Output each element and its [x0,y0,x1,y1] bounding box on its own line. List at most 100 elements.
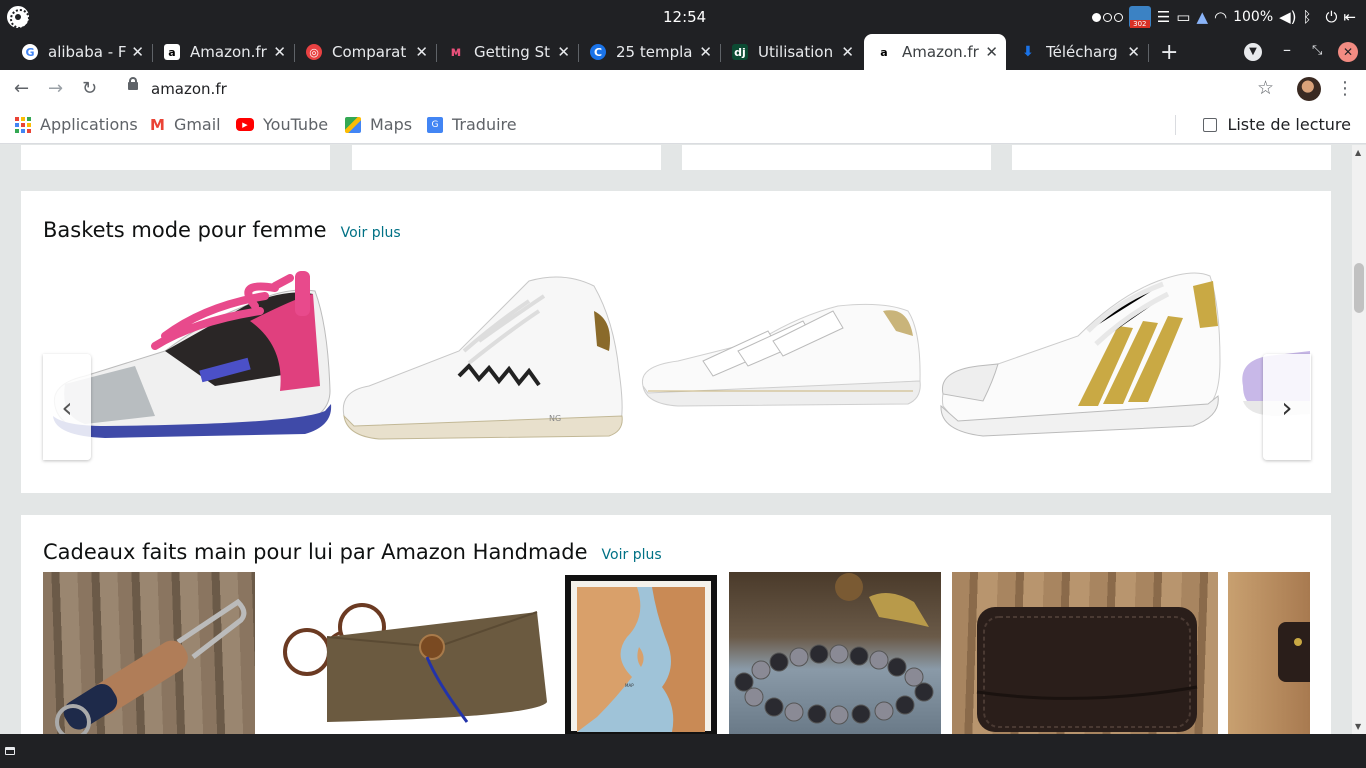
bookmark-star-icon[interactable]: ☆ [1257,77,1274,99]
address-bar[interactable]: amazon.fr [151,80,227,98]
voir-plus-link[interactable]: Voir plus [602,547,662,563]
tab-telechargements[interactable]: ⬇ Télécharg ✕ [1008,34,1149,70]
forward-arrow-icon[interactable]: → [48,78,63,99]
product-leather-keychain[interactable] [43,572,255,734]
folder-icon[interactable]: ▭ [1176,6,1190,28]
bookmark-label: Applications [40,115,138,134]
previous-card [352,145,661,170]
bell-icon[interactable]: ▲ [1196,6,1208,28]
power-icon[interactable]: ⏻ [1326,6,1338,28]
carousel-prev-button[interactable]: ‹ [43,354,91,460]
close-tab-icon[interactable]: ✕ [699,43,712,61]
close-window-icon[interactable]: ✕ [1338,42,1358,62]
previous-card [682,145,991,170]
product-card-wallet[interactable] [952,572,1218,734]
product-velcro-sneaker[interactable] [638,296,928,426]
product-superstar-gold[interactable] [938,266,1223,451]
workspace-dots-icon[interactable] [1091,12,1123,22]
bookmark-label: Gmail [173,115,221,134]
lock-icon[interactable] [128,77,138,90]
bookmark-label: Traduire [452,115,517,134]
system-menu-icon[interactable] [7,6,30,29]
tab-title: Amazon.fr [190,43,267,61]
tab-title: 25 templa [616,43,693,61]
scroll-up-icon[interactable]: ▲ [1355,148,1361,157]
system-top-bar: 12:54 302 ☰ ▭ ▲ ◠ 100% ◀) ᛒ ⏻ ⇤ [0,0,1366,34]
tab-title: Utilisation [758,43,834,61]
bottom-panel [0,734,1366,768]
bookmark-applications[interactable]: Applications [15,115,138,134]
google-icon: G [22,44,38,60]
product-leather-partial[interactable] [1228,572,1310,734]
reload-icon[interactable]: ↻ [82,78,97,99]
product-bead-bracelet[interactable] [729,572,941,734]
minimize-icon[interactable]: – [1283,40,1291,59]
close-tab-icon[interactable]: ✕ [1127,43,1140,61]
back-arrow-icon[interactable]: ← [14,78,29,99]
tab-title: Amazon.fr [902,43,979,61]
battery-level: 100% [1233,9,1274,25]
tab-title: Comparat [332,43,407,61]
voir-plus-link[interactable]: Voir plus [341,225,401,241]
wifi-icon[interactable]: ◠ [1214,6,1227,28]
page-scrollbar[interactable]: ▲ ▼ [1352,145,1366,734]
carousel-next-button[interactable]: › [1263,354,1311,460]
close-tab-icon[interactable]: ✕ [557,43,570,61]
bookmark-label: Maps [370,115,413,134]
section-title: Baskets mode pour femme Voir plus [43,218,401,242]
tab-title: Télécharg [1046,43,1118,61]
maps-icon [345,116,361,133]
tab-utilisation[interactable]: dj Utilisation ✕ [720,34,862,70]
download-icon: ⬇ [1022,44,1034,60]
scrollbar-thumb[interactable] [1354,263,1364,313]
tab-search-icon[interactable]: ▼ [1244,43,1262,61]
section-title: Cadeaux faits main pour lui par Amazon H… [43,540,662,564]
chevron-right-icon: › [1281,390,1293,424]
tab-comparateur[interactable]: ◎ Comparat ✕ [294,34,437,70]
wallet-image [976,607,1198,732]
comparateur-icon: ◎ [306,44,322,60]
tab-title: Getting St [474,43,550,61]
notification-app-icon[interactable]: 302 [1128,6,1151,28]
glasses-pouch-image [283,603,547,723]
browser-toolbar: ← → ↻ amazon.fr ☆ ⋮ [0,70,1366,108]
bookmark-traduire[interactable]: G Traduire [427,115,517,134]
reading-list-button[interactable]: Liste de lecture [1175,115,1351,135]
svg-text:NG: NG [549,414,561,423]
close-tab-icon[interactable]: ✕ [415,43,428,61]
close-tab-icon[interactable]: ✕ [985,43,998,61]
bookmark-maps[interactable]: Maps [345,115,412,134]
volume-icon[interactable]: ◀) [1279,6,1296,28]
close-tab-icon[interactable]: ✕ [841,43,854,61]
tab-alibaba[interactable]: G alibaba - F ✕ [10,34,153,70]
product-framed-map[interactable]: MAP [564,572,718,734]
maximize-icon[interactable]: ⤡ [1312,43,1322,58]
tab-amazon-active[interactable]: a Amazon.fr ✕ [864,34,1006,70]
window-list-icon[interactable] [5,747,15,755]
tab-amazon-1[interactable]: a Amazon.fr ✕ [152,34,295,70]
amazon-icon: a [164,44,180,60]
bookmark-youtube[interactable]: ▶ YouTube [236,115,328,134]
handmade-card: Cadeaux faits main pour lui par Amazon H… [21,515,1331,734]
tab-getting-started[interactable]: ᴍ Getting St ✕ [436,34,579,70]
more-menu-icon[interactable]: ⋮ [1336,78,1354,99]
chevron-left-icon: ‹ [61,390,73,424]
close-tab-icon[interactable]: ✕ [273,43,286,61]
menu-lines-icon[interactable]: ☰ [1157,6,1170,28]
new-tab-button[interactable]: + [1160,40,1178,65]
notification-badge-count: 302 [1129,20,1150,28]
tab-templates[interactable]: C 25 templa ✕ [578,34,721,70]
bookmark-gmail[interactable]: M Gmail [150,115,221,134]
close-tab-icon[interactable]: ✕ [131,43,144,61]
system-clock: 12:54 [663,8,707,26]
scroll-down-icon[interactable]: ▼ [1355,722,1361,731]
logout-icon[interactable]: ⇤ [1343,6,1356,28]
baskets-card: Baskets mode pour femme Voir plus NG ‹ › [21,191,1331,493]
product-glasses-pouch[interactable] [267,572,553,734]
svg-text:MAP: MAP [625,683,634,688]
product-white-high-top[interactable]: NG [339,271,629,451]
reading-list-label: Liste de lecture [1227,115,1351,134]
amazon-icon: a [876,44,892,60]
profile-avatar[interactable] [1297,77,1321,101]
bluetooth-icon[interactable]: ᛒ [1303,6,1312,28]
